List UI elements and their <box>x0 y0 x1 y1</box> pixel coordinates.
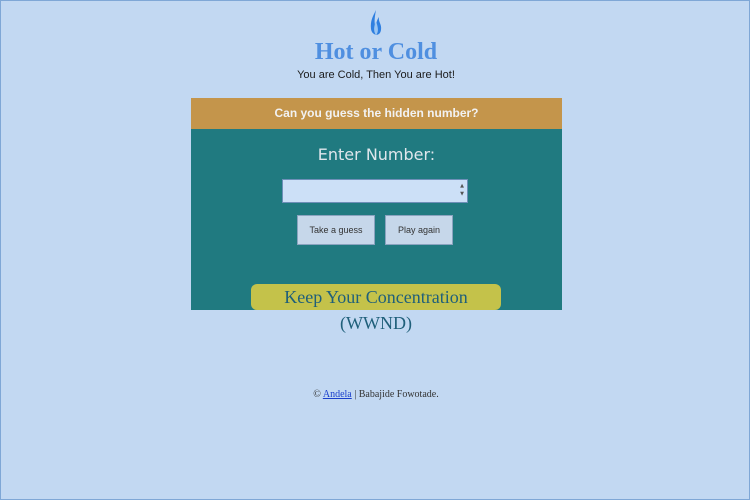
flame-icon <box>370 10 382 35</box>
number-input-container: ▲ ▼ <box>282 179 468 203</box>
game-question: Can you guess the hidden number? <box>191 98 562 129</box>
app-title: Hot or Cold <box>314 39 438 65</box>
stepper-down-icon[interactable]: ▼ <box>459 190 465 198</box>
take-guess-button[interactable]: Take a guess <box>297 215 375 245</box>
app-subtitle: You are Cold, Then You are Hot! <box>297 69 455 81</box>
app-header: Hot or Cold You are Cold, Then You are H… <box>1 9 750 81</box>
andela-link[interactable]: Andela <box>323 389 352 400</box>
status-message: Keep Your Concentration (WWND) <box>251 284 501 333</box>
number-input[interactable] <box>283 180 453 203</box>
stepper-up-icon[interactable]: ▲ <box>459 182 465 190</box>
game-panel: Can you guess the hidden number? Enter N… <box>191 98 562 333</box>
footer-author: | Babajide Fowotade. <box>354 389 439 400</box>
footer: © Andela | Babajide Fowotade. <box>1 389 750 400</box>
play-again-button[interactable]: Play again <box>385 215 453 245</box>
copyright-symbol: © <box>313 389 321 400</box>
enter-number-label: Enter Number: <box>317 145 436 164</box>
number-stepper[interactable]: ▲ ▼ <box>459 182 465 200</box>
